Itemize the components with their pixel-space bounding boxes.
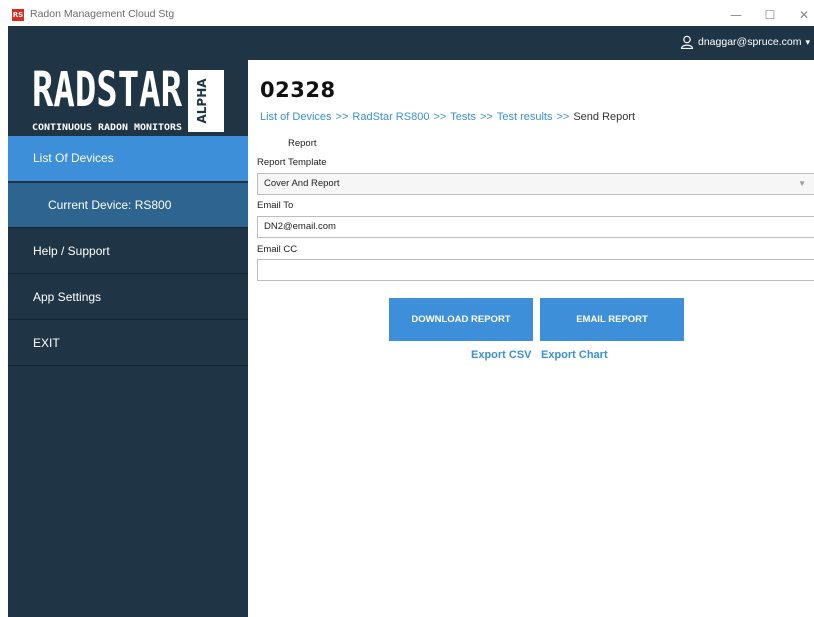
report-template-label: Report Template	[257, 157, 327, 168]
user-menu[interactable]: dnaggar@spruce.com ▾	[680, 35, 810, 49]
breadcrumb: List of Devices >> RadStar RS800 >> Tests >> T…	[260, 111, 635, 123]
main-content: 02328 List of Devices >> RadStar RS800 >> Te…	[248, 60, 814, 617]
sidebar-item-help-support[interactable]: Help / Support	[8, 229, 248, 274]
email-to-field[interactable]: DN2@email.com	[257, 216, 814, 238]
breadcrumb-separator: >>	[335, 111, 349, 123]
logo-badge: ALPHA	[195, 78, 209, 124]
report-template-value: Cover And Report	[264, 178, 340, 189]
top-bar: dnaggar@spruce.com ▾	[248, 26, 814, 60]
user-email: dnaggar@spruce.com	[698, 36, 802, 48]
export-csv-link[interactable]: Export CSV	[471, 349, 532, 361]
page-title: 02328	[260, 78, 336, 102]
email-cc-label: Email CC	[257, 244, 298, 255]
sidebar-item-label: Help / Support	[33, 244, 110, 258]
breadcrumb-test-results[interactable]: Test results	[497, 111, 553, 123]
sidebar-item-label: App Settings	[33, 290, 102, 304]
breadcrumb-device[interactable]: RadStar RS800	[352, 111, 429, 123]
email-to-value: DN2@email.com	[264, 221, 336, 232]
window-titlebar: RS Radon Management Cloud Stg — ☐ ✕	[8, 4, 814, 26]
minimize-button[interactable]: —	[726, 6, 746, 24]
sidebar-item-label: Current Device: RS800	[48, 198, 172, 212]
sidebar-item-app-settings[interactable]: App Settings	[8, 275, 248, 320]
user-icon	[680, 35, 694, 49]
window-title: Radon Management Cloud Stg	[30, 8, 175, 20]
sidebar: RADSTAR ALPHA CONTINUOUS RADON MONITORS …	[8, 26, 248, 617]
breadcrumb-current: Send Report	[573, 111, 636, 123]
sidebar-item-list-of-devices[interactable]: List Of Devices	[8, 136, 248, 181]
report-template-select[interactable]: Cover And Report ▼	[257, 173, 814, 195]
sidebar-item-exit[interactable]: EXIT	[8, 321, 248, 366]
radstar-logo: RADSTAR ALPHA CONTINUOUS RADON MONITORS	[32, 62, 224, 133]
breadcrumb-tests[interactable]: Tests	[450, 111, 476, 123]
breadcrumb-separator: >>	[556, 111, 570, 123]
maximize-button[interactable]: ☐	[760, 6, 780, 24]
sidebar-item-label: EXIT	[33, 336, 60, 350]
logo-wordmark: RADSTAR	[32, 62, 182, 118]
chevron-down-icon: ▾	[805, 36, 810, 47]
breadcrumb-separator: >>	[433, 111, 447, 123]
breadcrumb-separator: >>	[479, 111, 493, 123]
chevron-down-icon: ▼	[798, 179, 806, 188]
app-icon: RS	[12, 9, 24, 21]
sidebar-item-current-device[interactable]: Current Device: RS800	[8, 183, 248, 228]
email-to-label: Email To	[257, 200, 294, 211]
email-report-button[interactable]: EMAIL REPORT	[540, 298, 684, 341]
logo-tagline: CONTINUOUS RADON MONITORS	[32, 123, 182, 133]
breadcrumb-list-of-devices[interactable]: List of Devices	[260, 111, 332, 123]
close-button[interactable]: ✕	[794, 6, 814, 24]
email-cc-field[interactable]	[257, 259, 814, 281]
download-report-button[interactable]: DOWNLOAD REPORT	[389, 298, 533, 341]
report-section-title: Report	[288, 138, 317, 149]
export-chart-link[interactable]: Export Chart	[541, 349, 608, 361]
sidebar-item-label: List Of Devices	[33, 151, 114, 165]
